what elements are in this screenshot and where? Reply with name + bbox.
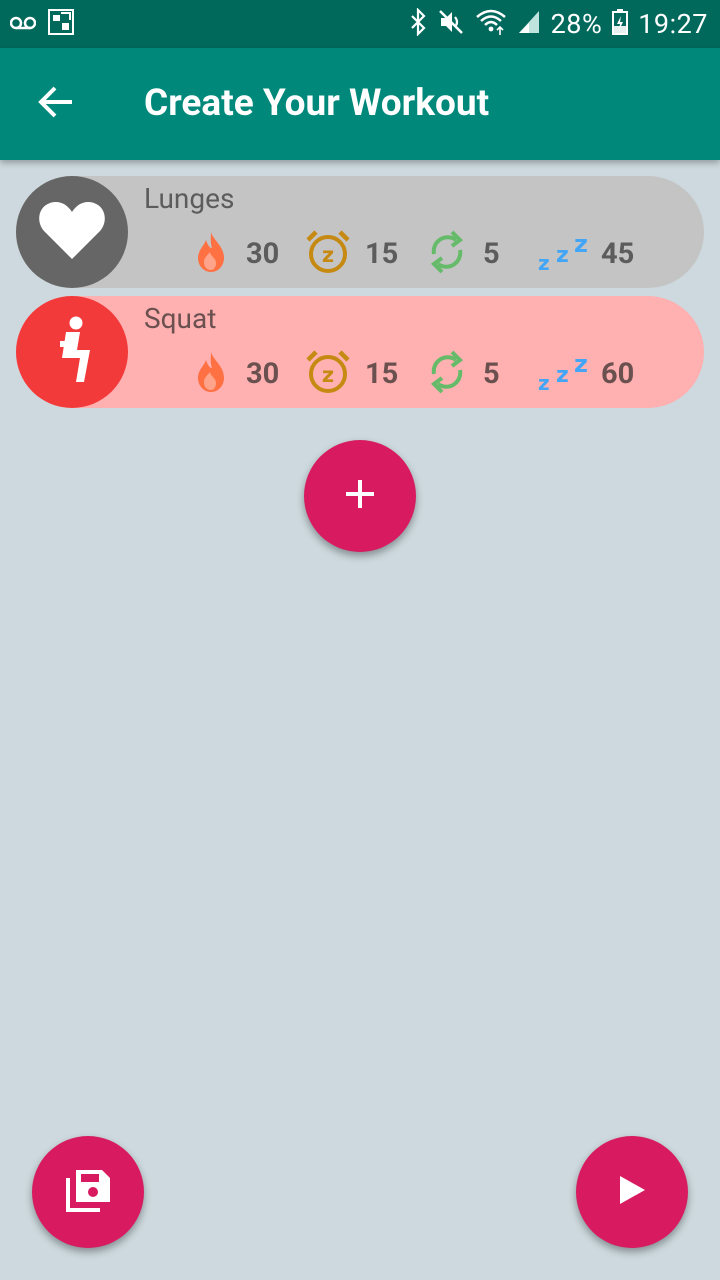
calories-value: 30 (246, 237, 280, 271)
duration-value: 15 (365, 357, 399, 391)
exercise-card-squat[interactable]: Squat 30 z 15 5 zzz 60 (16, 296, 704, 408)
sleep-icon: zzz (538, 350, 594, 398)
battery-icon (612, 9, 629, 39)
duration-stat: z (304, 348, 352, 400)
calories-stat (194, 348, 228, 400)
add-icon (345, 479, 375, 513)
flame-icon (194, 350, 228, 398)
svg-text:z: z (574, 350, 588, 378)
signal-icon (517, 9, 541, 39)
reps-stat (426, 348, 468, 400)
start-workout-button[interactable] (576, 1136, 688, 1248)
reps-stat (426, 228, 468, 280)
exercise-avatar (16, 296, 128, 408)
duration-value: 15 (365, 237, 399, 271)
rest-stat: zzz (538, 348, 594, 400)
svg-text:z: z (574, 230, 588, 258)
save-workout-button[interactable] (32, 1136, 144, 1248)
svg-text:z: z (322, 363, 334, 387)
repeat-icon (426, 228, 468, 280)
exercise-name: Lunges (144, 182, 235, 215)
reps-value: 5 (483, 237, 500, 271)
heart-icon (38, 199, 106, 265)
mute-icon (437, 8, 465, 40)
exercise-card-lunges[interactable]: Lunges 30 z 15 5 zzz 45 (16, 176, 704, 288)
exercise-name: Squat (144, 302, 217, 335)
status-bar: 28% 19:27 (0, 0, 720, 48)
page-title: Create Your Workout (144, 82, 490, 125)
rest-value: 45 (601, 237, 635, 271)
calories-value: 30 (246, 357, 280, 391)
save-icon (64, 1166, 112, 1218)
bluetooth-icon (409, 7, 427, 40)
back-button[interactable] (28, 76, 84, 132)
add-exercise-button[interactable] (304, 440, 416, 552)
flame-icon (194, 230, 228, 278)
squat-icon (50, 316, 94, 388)
repeat-icon (426, 348, 468, 400)
svg-text:z: z (538, 371, 550, 394)
app-bar: Create Your Workout (0, 48, 720, 160)
play-icon (617, 1174, 647, 1210)
calories-stat (194, 228, 228, 280)
reps-value: 5 (483, 357, 500, 391)
sleep-icon: zzz (538, 230, 594, 278)
wifi-icon (475, 8, 507, 40)
svg-text:z: z (322, 243, 334, 267)
exercise-avatar (16, 176, 128, 288)
rest-value: 60 (601, 357, 635, 391)
rest-stat: zzz (538, 228, 594, 280)
alarm-clock-icon: z (304, 228, 352, 280)
battery-percent: 28% (550, 8, 603, 40)
svg-text:z: z (538, 251, 550, 274)
gallery-icon (48, 9, 74, 39)
svg-text:z: z (556, 243, 569, 268)
clock: 19:27 (638, 8, 708, 40)
voicemail-icon (9, 15, 37, 34)
duration-stat: z (304, 228, 352, 280)
back-arrow-icon (38, 86, 74, 122)
alarm-clock-icon: z (304, 348, 352, 400)
svg-text:z: z (556, 363, 569, 388)
